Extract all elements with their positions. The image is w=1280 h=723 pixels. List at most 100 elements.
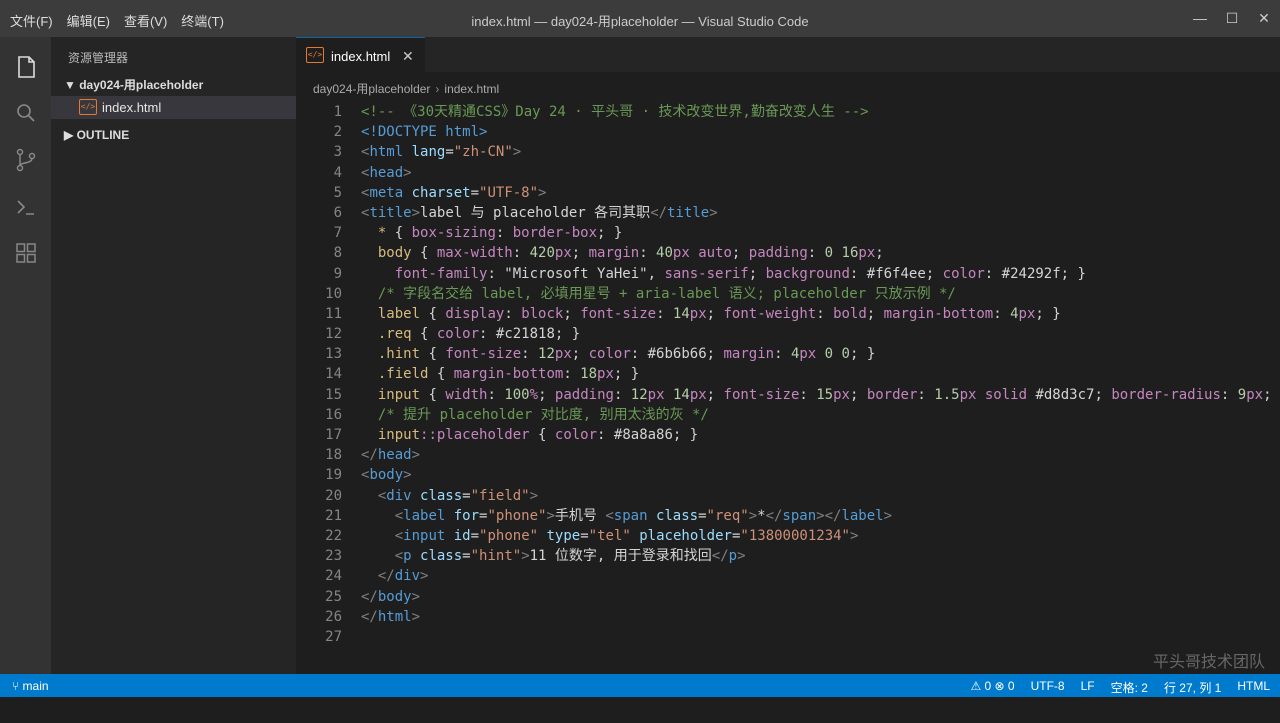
code-token: .field xyxy=(377,366,429,383)
code-line[interactable]: 15 input { width: 100%; padding: 12px 14… xyxy=(296,385,1280,405)
code-token: body xyxy=(369,467,404,484)
code-token: 15 xyxy=(816,386,834,403)
code-token: font-size xyxy=(445,346,522,363)
breadcrumb-file[interactable]: index.html xyxy=(444,82,499,96)
code-token: html xyxy=(377,608,412,625)
code-token: lang xyxy=(403,144,446,161)
code-line[interactable]: 2 <!DOCTYPE html> xyxy=(296,122,1280,142)
eol-indicator[interactable]: LF xyxy=(1081,679,1095,696)
code-line[interactable]: 19 <body> xyxy=(296,465,1280,485)
code-token: : xyxy=(849,265,867,282)
code-token: "zh-CN" xyxy=(453,144,513,161)
maximize-button[interactable]: ☐ xyxy=(1216,0,1248,37)
line-number: 9 xyxy=(333,265,342,282)
tab-index-html[interactable]: </> index.html ✕ xyxy=(296,37,425,72)
code-line[interactable]: 23 <p class="hint">11 位数字, 用于登录和找回</p> xyxy=(296,546,1280,566)
code-token: max-width xyxy=(436,245,513,262)
code-token: input xyxy=(377,386,421,403)
code-line[interactable]: 27 xyxy=(296,627,1280,647)
code-token: ; xyxy=(706,305,724,322)
code-line[interactable]: 22 <input id="phone" type="tel" placehol… xyxy=(296,526,1280,546)
code-token: 40 xyxy=(656,245,673,262)
code-line[interactable]: 10 /* 字段名交给 label, 必填用星号 + aria-label 语义… xyxy=(296,284,1280,304)
line-number: 25 xyxy=(325,588,342,605)
code-line[interactable]: 20 <div class="field"> xyxy=(296,486,1280,506)
code-line[interactable]: 13 .hint { font-size: 12px; color: #6b6b… xyxy=(296,344,1280,364)
language-mode[interactable]: HTML xyxy=(1237,679,1270,696)
code-token: ; xyxy=(849,386,867,403)
code-line[interactable]: 4 <head> xyxy=(296,163,1280,183)
code-line[interactable]: 16 /* 提升 placeholder 对比度, 别用太浅的灰 */ xyxy=(296,405,1280,425)
cursor-position[interactable]: 行 27, 列 1 xyxy=(1164,679,1221,696)
code-token: span xyxy=(613,507,648,524)
code-token: for xyxy=(445,507,480,524)
code-token: ; xyxy=(706,386,724,403)
code-line[interactable]: 11 label { display: block; font-size: 14… xyxy=(296,304,1280,324)
explorer-title: 资源管理器 xyxy=(68,51,129,65)
code-token: : xyxy=(1220,386,1238,403)
files-icon[interactable] xyxy=(13,54,39,80)
search-icon[interactable] xyxy=(13,100,39,126)
code-line[interactable]: 3 <html lang="zh-CN"> xyxy=(296,142,1280,162)
code-token: px xyxy=(1246,386,1264,403)
extensions-icon[interactable] xyxy=(13,240,39,266)
code-line[interactable]: 1 <!-- 《30天精通CSS》Day 24 · 平头哥 · 技术改变世界,勤奋… xyxy=(296,102,1280,122)
code-token: > xyxy=(411,204,421,221)
branch-indicator[interactable]: ⑂ main xyxy=(12,679,49,693)
indent-indicator[interactable]: 空格: 2 xyxy=(1111,679,1148,696)
code-line[interactable]: 7 * { box-sizing: border-box; } xyxy=(296,223,1280,243)
code-token: > xyxy=(411,608,421,625)
code-line[interactable]: 9 font-family: "Microsoft YaHei", sans-s… xyxy=(296,264,1280,284)
file-item-index-html[interactable]: </> index.html xyxy=(51,96,296,119)
code-line[interactable]: 12 .req { color: #c21818; } xyxy=(296,324,1280,344)
code-line[interactable]: 18 </head> xyxy=(296,445,1280,465)
code-token: { xyxy=(420,346,446,363)
code-line[interactable]: 24 </div> xyxy=(296,566,1280,586)
source-control-icon[interactable] xyxy=(13,147,39,173)
code-text: label { display: block; font-size: 14px;… xyxy=(361,304,1061,324)
code-token: </ xyxy=(650,204,668,221)
line-number: 3 xyxy=(333,144,342,161)
code-line[interactable]: 26 </html> xyxy=(296,607,1280,627)
code-token: <!DOCTYPE html> xyxy=(361,124,488,141)
code-line[interactable]: 21 <label for="phone">手机号 <span class="r… xyxy=(296,506,1280,526)
code-line[interactable]: 25 </body> xyxy=(296,587,1280,607)
code-token: > xyxy=(403,467,412,484)
code-text: <html lang="zh-CN"> xyxy=(361,142,521,162)
outline-section[interactable]: ▶ OUTLINE xyxy=(64,128,129,142)
code-token: 9 xyxy=(1237,386,1247,403)
encoding-indicator[interactable]: UTF-8 xyxy=(1031,679,1065,696)
code-editor[interactable]: 1 <!-- 《30天精通CSS》Day 24 · 平头哥 · 技术改变世界,勤奋… xyxy=(296,102,1280,647)
close-tab-icon[interactable]: ✕ xyxy=(402,48,414,65)
code-text: <input id="phone" type="tel" placeholder… xyxy=(361,526,859,546)
problems-indicator[interactable]: ⚠ 0 ⊗ 0 xyxy=(970,679,1014,696)
code-token: ; xyxy=(748,265,766,282)
code-line[interactable]: 6 <title>label 与 placeholder 各司其职</title> xyxy=(296,203,1280,223)
folder-item[interactable]: ▼ day024-用placeholder xyxy=(64,76,203,93)
code-line[interactable]: 17 input::placeholder { color: #8a8a86; … xyxy=(296,425,1280,445)
code-token: : xyxy=(597,427,614,443)
code-token: < xyxy=(394,548,404,565)
terminal-icon[interactable] xyxy=(13,194,39,220)
code-token: 12 xyxy=(538,346,555,363)
breadcrumb-folder[interactable]: day024-用placeholder xyxy=(313,82,430,96)
code-token: 14 xyxy=(672,305,690,322)
minimize-button[interactable]: — xyxy=(1184,0,1216,37)
code-line[interactable]: 14 .field { margin-bottom: 18px; } xyxy=(296,364,1280,384)
code-token: margin xyxy=(723,346,775,363)
code-line[interactable]: 5 <meta charset="UTF-8"> xyxy=(296,183,1280,203)
code-token: <!-- 《30天精通CSS》Day 24 · 平头哥 · 技术改变世界,勤奋改… xyxy=(361,104,869,120)
code-line[interactable]: 8 body { max-width: 420px; margin: 40px … xyxy=(296,243,1280,263)
close-button[interactable]: ✕ xyxy=(1248,0,1280,37)
code-token: head xyxy=(377,447,412,464)
code-token: px xyxy=(672,245,690,262)
tab-label: index.html xyxy=(331,49,391,64)
code-text: input { width: 100%; padding: 12px 14px;… xyxy=(361,385,1280,405)
code-token: /* 字段名交给 label, 必填用星号 + aria-label 语义; p… xyxy=(377,285,956,302)
code-token: class xyxy=(411,487,463,504)
code-token: p xyxy=(728,548,738,565)
code-token: span xyxy=(782,507,817,524)
